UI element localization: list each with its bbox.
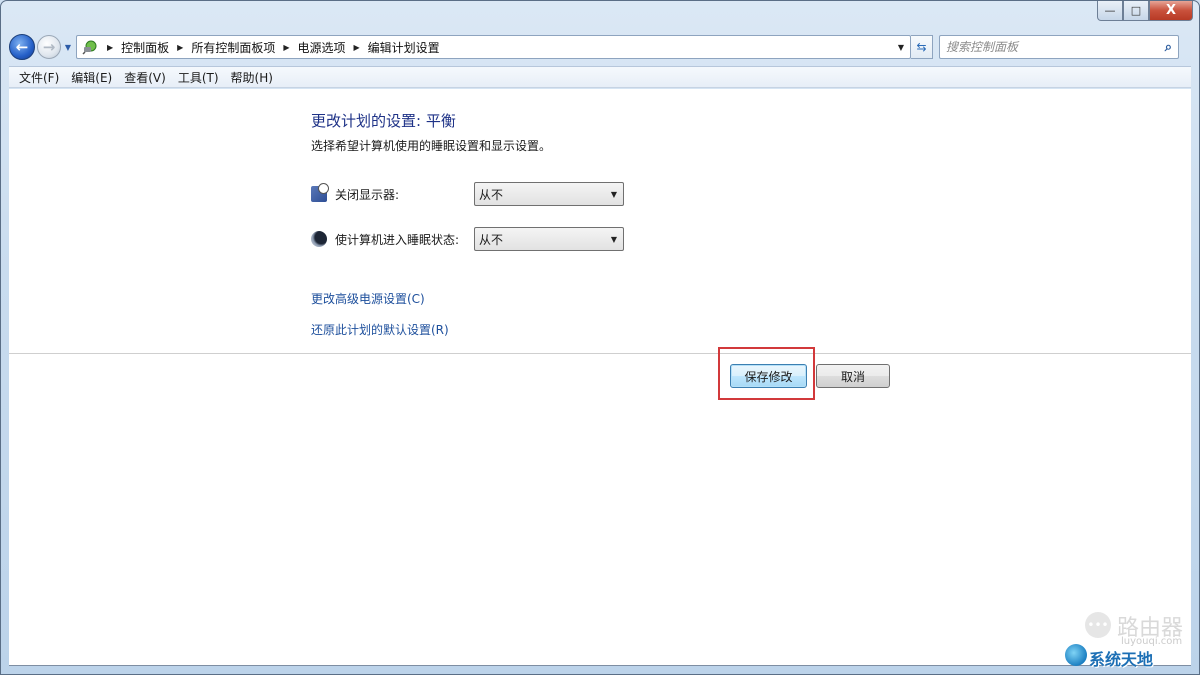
recent-pages-dropdown[interactable]: ▼ [62, 43, 74, 52]
divider [9, 353, 1191, 354]
close-icon: X [1165, 3, 1177, 18]
search-icon[interactable]: ⌕ [1165, 40, 1172, 55]
menu-tools[interactable]: 工具(T) [172, 69, 225, 86]
menu-bar: 文件(F) 编辑(E) 查看(V) 工具(T) 帮助(H) [9, 66, 1191, 88]
refresh-button[interactable]: ⇆ [911, 35, 933, 59]
menu-file[interactable]: 文件(F) [13, 69, 65, 86]
chevron-down-icon: ▼ [610, 234, 617, 244]
sleep-select[interactable]: 从不 ▼ [474, 227, 624, 251]
watermark-brand: 系统天地 [1089, 650, 1154, 669]
breadcrumb-all-items[interactable]: 所有控制面板项 [191, 39, 275, 56]
maximize-button[interactable]: □ [1123, 1, 1149, 21]
back-button[interactable]: ← [9, 34, 35, 60]
breadcrumb-control-panel[interactable]: 控制面板 [121, 39, 169, 56]
refresh-icon: ⇆ [916, 40, 927, 54]
chevron-down-icon: ▼ [64, 42, 72, 52]
setting-row-sleep: 使计算机进入睡眠状态: 从不 ▼ [311, 227, 624, 251]
back-arrow-icon: ← [15, 38, 29, 56]
control-panel-icon [81, 38, 99, 56]
setting-label: 使计算机进入睡眠状态: [335, 232, 460, 247]
forward-arrow-icon: → [42, 38, 56, 56]
breadcrumb-separator-icon[interactable]: ▶ [283, 43, 289, 52]
page-title: 更改计划的设置: 平衡 [311, 112, 456, 130]
monitor-icon [311, 183, 329, 202]
advanced-power-settings-link[interactable]: 更改高级电源设置(C) [311, 290, 425, 307]
menu-view[interactable]: 查看(V) [118, 69, 172, 86]
cancel-button[interactable]: 取消 [816, 364, 890, 388]
save-changes-button[interactable]: 保存修改 [730, 364, 807, 388]
watermark: ••• 路由器 luyouqi.com 系统天地 [1063, 602, 1193, 672]
select-value: 从不 [479, 187, 504, 202]
select-value: 从不 [479, 232, 504, 247]
menu-help[interactable]: 帮助(H) [225, 69, 279, 86]
restore-defaults-link[interactable]: 还原此计划的默认设置(R) [311, 321, 449, 338]
navigation-bar: ← → ▼ ▶ 控制面板 ▶ 所有控制面板项 ▶ 电源选项 ▶ 编辑计划设置 ▼… [9, 33, 1191, 61]
breadcrumb-power-options[interactable]: 电源选项 [298, 39, 346, 56]
breadcrumb-separator-icon[interactable]: ▶ [107, 43, 113, 52]
breadcrumb-separator-icon[interactable]: ▶ [177, 43, 183, 52]
forward-button[interactable]: → [37, 35, 61, 59]
search-box: ⌕ [939, 35, 1179, 59]
page-subtitle: 选择希望计算机使用的睡眠设置和显示设置。 [311, 139, 552, 153]
close-button[interactable]: X [1149, 1, 1193, 21]
content-pane: 更改计划的设置: 平衡 选择希望计算机使用的睡眠设置和显示设置。 关闭显示器: … [9, 89, 1191, 666]
minimize-icon: — [1104, 4, 1116, 17]
globe-logo-icon [1065, 644, 1087, 666]
minimize-button[interactable]: — [1097, 1, 1123, 21]
menu-edit[interactable]: 编辑(E) [65, 69, 118, 86]
search-input[interactable] [946, 40, 1165, 54]
window-controls: — □ X [1097, 1, 1193, 21]
address-dropdown-icon[interactable]: ▼ [892, 43, 910, 52]
breadcrumb-edit-plan[interactable]: 编辑计划设置 [368, 39, 440, 56]
setting-row-display-off: 关闭显示器: 从不 ▼ [311, 182, 624, 206]
maximize-icon: □ [1130, 4, 1142, 17]
setting-label: 关闭显示器: [335, 187, 400, 202]
address-bar[interactable]: ▶ 控制面板 ▶ 所有控制面板项 ▶ 电源选项 ▶ 编辑计划设置 ▼ [76, 35, 911, 59]
router-icon: ••• [1085, 612, 1111, 638]
breadcrumb-separator-icon[interactable]: ▶ [354, 43, 360, 52]
explorer-window: — □ X ← → ▼ ▶ 控制面板 ▶ 所有控制面板项 ▶ 电源选项 ▶ 编辑… [0, 0, 1200, 675]
display-off-select[interactable]: 从不 ▼ [474, 182, 624, 206]
moon-icon [311, 231, 327, 247]
chevron-down-icon: ▼ [610, 189, 617, 199]
